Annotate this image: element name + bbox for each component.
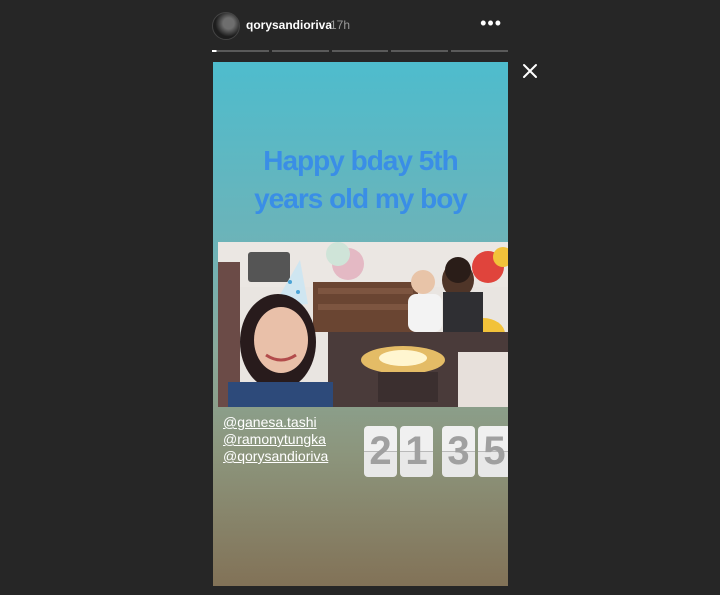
story-header: qorysandioriva 17h ••• (212, 12, 508, 42)
caption-line: years old my boy (254, 183, 468, 214)
mentions: @ganesa.tashi @ramonytungka @qorysandior… (223, 414, 328, 465)
mention-link[interactable]: @ganesa.tashi (223, 414, 328, 431)
username[interactable]: qorysandioriva (246, 18, 332, 32)
progress-segment (451, 50, 508, 52)
counter-digit: 3 (442, 426, 475, 477)
caption-line: Happy bday 5th (263, 145, 458, 176)
time-counter: 2 1 3 5 (364, 426, 508, 477)
mention-link[interactable]: @ramonytungka (223, 431, 328, 448)
counter-digit: 1 (400, 426, 433, 477)
story-caption: Happy bday 5th years old my boy (213, 142, 508, 218)
more-options-icon[interactable]: ••• (480, 14, 502, 32)
story-progress (212, 50, 508, 52)
counter-digit: 2 (364, 426, 397, 477)
post-time: 17h (330, 18, 351, 32)
birthday-party-photo (218, 242, 508, 407)
close-icon[interactable] (521, 62, 539, 80)
progress-segment (391, 50, 449, 52)
counter-digit: 5 (478, 426, 508, 477)
mention-link[interactable]: @qorysandioriva (223, 448, 328, 465)
avatar[interactable] (212, 12, 240, 40)
progress-segment (271, 50, 329, 52)
progress-segment (331, 50, 389, 52)
story-frame[interactable]: Happy bday 5th years old my boy @ganesa.… (213, 62, 508, 586)
progress-segment (212, 50, 269, 52)
